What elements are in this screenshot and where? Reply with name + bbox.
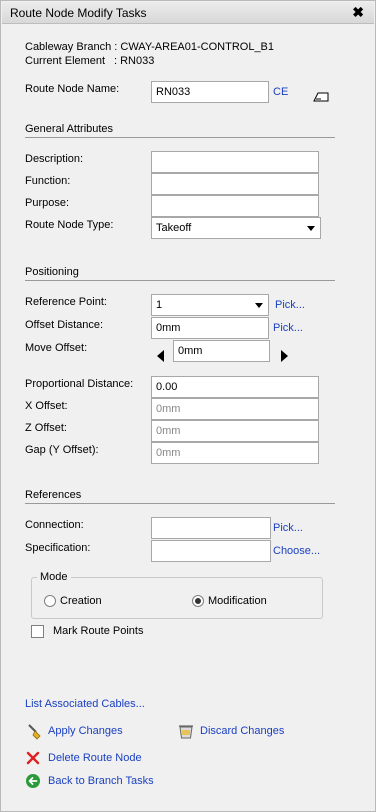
x-offset-label: X Offset: bbox=[25, 400, 68, 412]
modification-radio[interactable] bbox=[192, 595, 204, 607]
offset-distance-input[interactable]: 0mm bbox=[151, 317, 269, 339]
route-node-name-input[interactable]: RN033 bbox=[151, 81, 269, 103]
reference-point-pick-link[interactable]: Pick... bbox=[275, 299, 305, 311]
mode-group-title: Mode bbox=[37, 571, 71, 583]
delete-route-node-button[interactable]: Delete Route Node bbox=[25, 749, 165, 767]
purpose-label: Purpose: bbox=[25, 197, 70, 209]
cableway-branch-label: Cableway Branch : CWAY-AREA01-CONTROL_B1 bbox=[25, 41, 275, 53]
route-node-type-label: Route Node Type: bbox=[25, 219, 114, 231]
references-heading: References bbox=[25, 489, 82, 501]
move-right-arrow-icon[interactable] bbox=[281, 350, 288, 362]
specification-input[interactable] bbox=[151, 540, 271, 562]
discard-changes-label: Discard Changes bbox=[200, 725, 285, 737]
pick-element-icon[interactable] bbox=[312, 91, 330, 103]
creation-radio-label[interactable]: Creation bbox=[60, 595, 102, 607]
chevron-down-icon bbox=[255, 303, 263, 308]
function-label: Function: bbox=[25, 175, 71, 187]
positioning-heading: Positioning bbox=[25, 266, 79, 278]
description-input[interactable] bbox=[151, 151, 319, 173]
reference-point-label: Reference Point: bbox=[25, 296, 107, 308]
reference-point-select[interactable]: 1 bbox=[151, 294, 269, 316]
chevron-down-icon bbox=[307, 226, 315, 231]
mark-route-points-checkbox[interactable] bbox=[31, 625, 44, 638]
route-node-type-value: Takeoff bbox=[156, 222, 192, 234]
mark-route-points-label[interactable]: Mark Route Points bbox=[53, 625, 143, 637]
gap-y-offset-input[interactable]: 0mm bbox=[151, 442, 319, 464]
proportional-distance-input[interactable]: 0.00 bbox=[151, 376, 319, 398]
move-left-arrow-icon[interactable] bbox=[157, 350, 164, 362]
offset-distance-pick-link[interactable]: Pick... bbox=[273, 322, 303, 334]
delete-route-node-label: Delete Route Node bbox=[48, 752, 142, 764]
ce-link[interactable]: CE bbox=[273, 86, 288, 98]
move-offset-input[interactable]: 0mm bbox=[173, 340, 270, 362]
back-to-branch-tasks-label: Back to Branch Tasks bbox=[48, 775, 154, 787]
brush-icon bbox=[28, 724, 41, 740]
specification-label: Specification: bbox=[25, 542, 91, 554]
references-divider bbox=[25, 503, 335, 504]
function-input[interactable] bbox=[151, 173, 319, 195]
connection-pick-link[interactable]: Pick... bbox=[273, 522, 303, 534]
connection-input[interactable] bbox=[151, 517, 271, 539]
purpose-input[interactable] bbox=[151, 195, 319, 217]
route-node-modify-panel: Route Node Modify Tasks ✖ Cableway Branc… bbox=[0, 0, 376, 812]
title-bar: Route Node Modify Tasks ✖ bbox=[2, 2, 374, 24]
route-node-type-select[interactable]: Takeoff bbox=[151, 217, 321, 239]
connection-label: Connection: bbox=[25, 519, 84, 531]
list-associated-cables-link[interactable]: List Associated Cables... bbox=[25, 698, 145, 710]
z-offset-label: Z Offset: bbox=[25, 422, 67, 434]
delete-x-icon bbox=[26, 751, 40, 765]
current-element-label: Current Element bbox=[25, 55, 106, 67]
x-offset-input[interactable]: 0mm bbox=[151, 398, 319, 420]
discard-changes-button[interactable]: Discard Changes bbox=[177, 722, 297, 740]
positioning-divider bbox=[25, 280, 335, 281]
apply-changes-label: Apply Changes bbox=[48, 725, 123, 737]
offset-distance-label: Offset Distance: bbox=[25, 319, 104, 331]
back-to-branch-tasks-button[interactable]: Back to Branch Tasks bbox=[25, 772, 175, 790]
close-icon[interactable]: ✖ bbox=[352, 4, 364, 21]
route-node-name-label: Route Node Name: bbox=[25, 83, 120, 95]
window-title: Route Node Modify Tasks bbox=[10, 6, 147, 20]
description-label: Description: bbox=[25, 153, 84, 165]
current-element-value: : RN033 bbox=[114, 55, 155, 67]
gap-y-offset-label: Gap (Y Offset): bbox=[25, 444, 99, 456]
trash-bin-icon bbox=[179, 725, 193, 739]
general-divider bbox=[25, 137, 335, 138]
z-offset-input[interactable]: 0mm bbox=[151, 420, 319, 442]
move-offset-label: Move Offset: bbox=[25, 342, 88, 354]
reference-point-value: 1 bbox=[156, 299, 163, 311]
specification-choose-link[interactable]: Choose... bbox=[273, 545, 320, 557]
general-attributes-heading: General Attributes bbox=[25, 123, 114, 135]
modification-radio-label[interactable]: Modification bbox=[208, 595, 267, 607]
back-arrow-icon bbox=[26, 774, 40, 788]
apply-changes-button[interactable]: Apply Changes bbox=[25, 722, 155, 740]
creation-radio[interactable] bbox=[44, 595, 56, 607]
proportional-distance-label: Proportional Distance: bbox=[25, 378, 134, 390]
